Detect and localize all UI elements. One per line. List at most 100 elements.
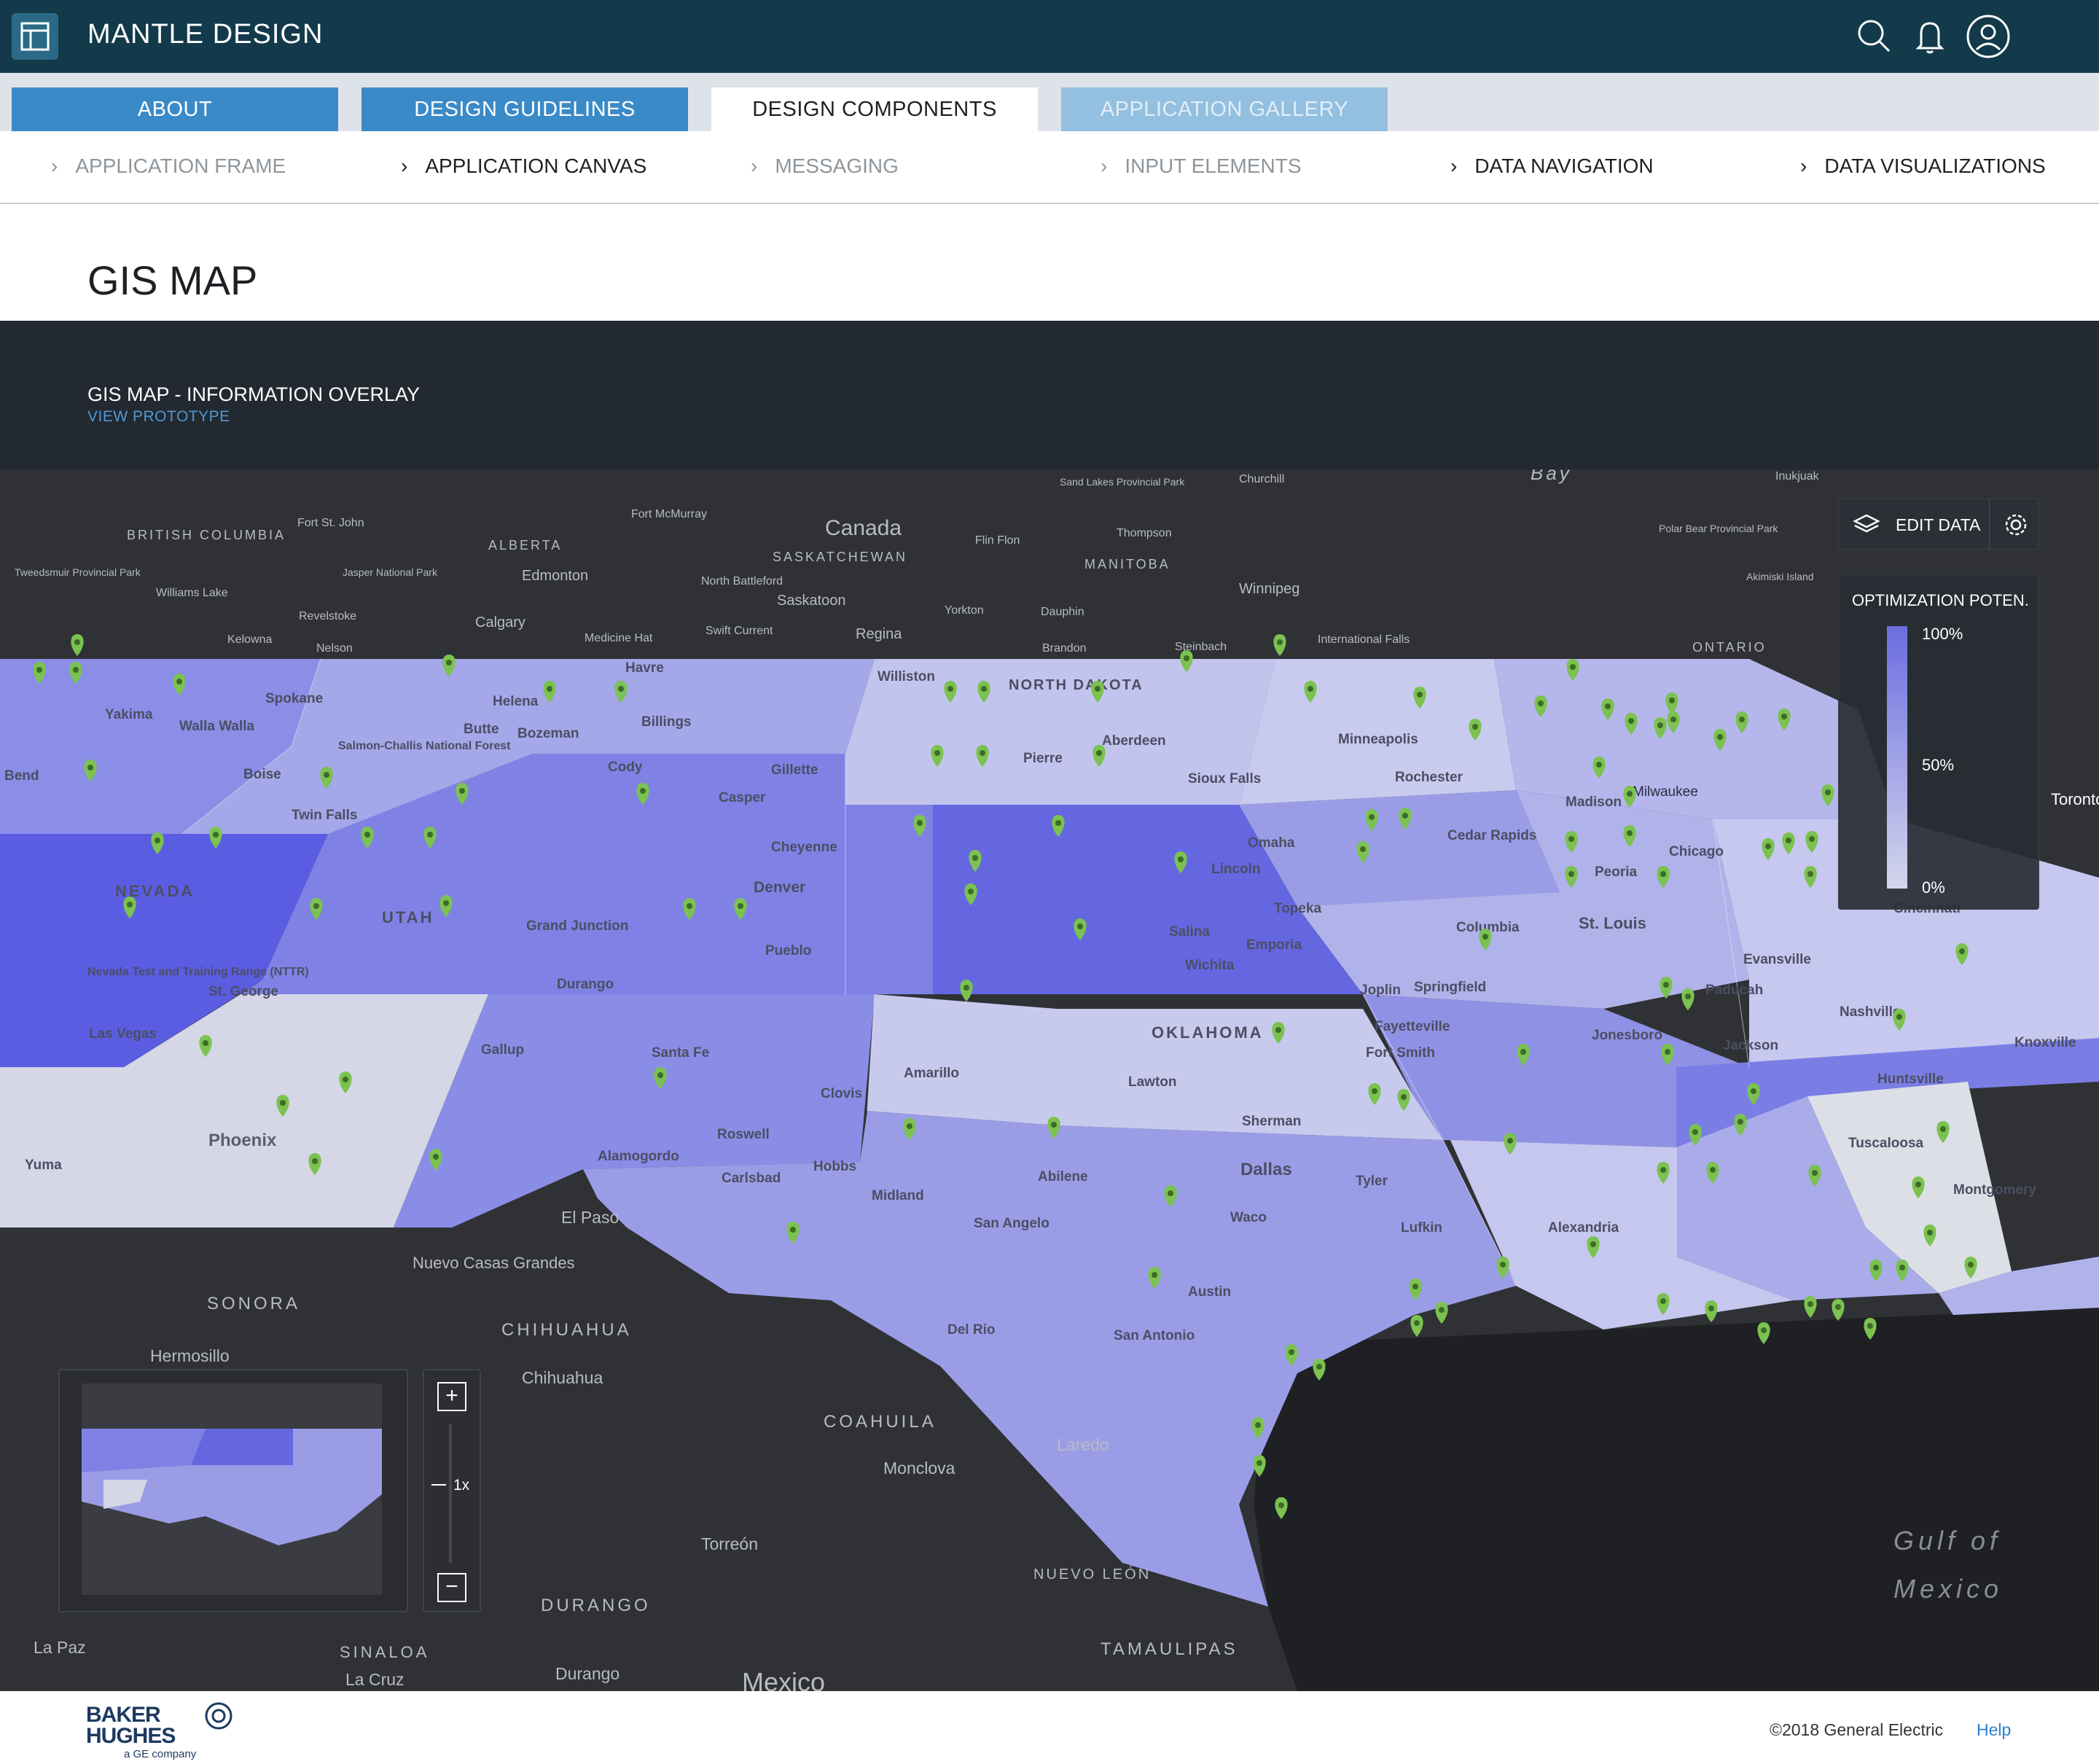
map-label: Pierre — [1023, 751, 1063, 766]
map-label: Salmon-Challis National Forest — [338, 740, 511, 752]
pin-center — [1825, 789, 1831, 795]
tab-design-guidelines[interactable]: DESIGN GUIDELINES — [361, 87, 688, 131]
zoom-slider-track[interactable] — [449, 1424, 452, 1563]
pin-center — [1692, 1129, 1698, 1135]
gulf-water — [1254, 1308, 2099, 1691]
zoom-slider-handle[interactable] — [431, 1484, 446, 1486]
map-label: Havre — [625, 660, 664, 676]
page-footer: BAKER HUGHES a GE company ©2018 General … — [0, 1691, 2099, 1764]
map-label: Tuscaloosa — [1848, 1136, 1924, 1151]
pin-center — [1277, 639, 1283, 645]
pin-center — [1628, 718, 1634, 724]
subnav-data-navigation[interactable]: › DATA NAVIGATION — [1450, 155, 1654, 178]
map-label: Bend — [4, 768, 39, 784]
map-label: Hermosillo — [150, 1346, 230, 1365]
map-label: Dauphin — [1041, 606, 1084, 618]
map-label: Jackson — [1723, 1038, 1778, 1053]
edit-data-button[interactable]: EDIT DATA — [1896, 515, 1980, 535]
subnav-data-visualizations[interactable]: › DATA VISUALIZATIONS — [1800, 155, 2046, 178]
overlay-title: GIS MAP - INFORMATION OVERLAY — [87, 383, 421, 405]
map-label: Wichita — [1185, 958, 1235, 973]
map-label: Yorkton — [945, 604, 984, 617]
pin-center — [364, 832, 370, 838]
map-label: Montgomery — [1953, 1182, 2036, 1198]
pin-center — [1660, 1167, 1666, 1173]
company-logo[interactable]: BAKER HUGHES — [86, 1704, 176, 1747]
map-label: Steinbach — [1175, 641, 1227, 653]
pin-center — [280, 1100, 286, 1106]
pin-center — [1482, 934, 1488, 940]
map-label: Gulf of — [1893, 1526, 2001, 1556]
pin-center — [1627, 791, 1633, 797]
map-label: La Paz — [34, 1638, 86, 1657]
zoom-in-button[interactable]: + — [437, 1382, 466, 1411]
pin-center — [427, 832, 433, 838]
pin-center — [1255, 1422, 1261, 1428]
legend-tick-low: 0% — [1922, 878, 1945, 897]
pin-center — [1685, 994, 1691, 999]
layout-icon[interactable] — [12, 13, 58, 60]
subnav-application-frame[interactable]: › APPLICATION FRAME — [51, 155, 286, 178]
overview-minimap[interactable] — [58, 1369, 408, 1612]
pin-center — [36, 667, 42, 673]
tab-application-gallery[interactable]: APPLICATION GALLERY — [1061, 87, 1388, 131]
subnav-label: APPLICATION FRAME — [75, 155, 286, 177]
zoom-out-button[interactable]: − — [437, 1573, 466, 1602]
map-label: Fort McMurray — [631, 508, 707, 520]
pin-center — [687, 903, 692, 909]
map-label: ALBERTA — [488, 538, 562, 553]
map-label: MANITOBA — [1084, 557, 1170, 571]
search-icon[interactable] — [1851, 13, 1898, 63]
pin-center — [324, 772, 329, 778]
pin-center — [640, 788, 646, 794]
pin-center — [1940, 1126, 1946, 1132]
layers-icon[interactable] — [1852, 512, 1881, 542]
gear-icon[interactable] — [2001, 510, 2031, 544]
map-label: Joplin — [1360, 983, 1401, 998]
pin-center — [1968, 1262, 1974, 1268]
pin-center — [1256, 1460, 1262, 1466]
map-label: Boise — [243, 767, 281, 782]
chevron-right-icon: › — [1800, 155, 1807, 177]
map-label: Paducah — [1705, 983, 1763, 998]
subnav-input-elements[interactable]: › INPUT ELEMENTS — [1101, 155, 1302, 178]
map-label: Minneapolis — [1338, 732, 1418, 747]
subnav-label: MESSAGING — [775, 155, 899, 177]
pin-center — [1568, 871, 1574, 877]
edit-data-panel: EDIT DATA — [1838, 499, 2039, 550]
gis-map[interactable]: Canada ALBERTA SASKATCHEWAN MANITOBA BRI… — [0, 469, 2099, 1691]
subnav-messaging[interactable]: › MESSAGING — [751, 155, 899, 178]
map-label: Gillette — [771, 762, 818, 778]
map-label: Hobbs — [813, 1159, 856, 1174]
bell-icon[interactable] — [1907, 13, 1953, 63]
pin-center — [1077, 924, 1083, 929]
pin-center — [1765, 843, 1771, 849]
map-label: Nuevo Casas Grandes — [413, 1254, 575, 1272]
pin-center — [1717, 734, 1723, 740]
divider — [1989, 499, 1990, 550]
map-label: Springfield — [1414, 980, 1486, 995]
pin-center — [1605, 703, 1611, 709]
tab-about[interactable]: ABOUT — [12, 87, 338, 131]
tab-design-components[interactable]: DESIGN COMPONENTS — [711, 87, 1038, 131]
pin-center — [618, 686, 624, 692]
help-link[interactable]: Help — [1977, 1720, 2011, 1740]
map-label: Lincoln — [1211, 862, 1261, 877]
map-label: Omaha — [1248, 835, 1295, 851]
view-prototype-link[interactable]: VIEW PROTOTYPE — [87, 408, 230, 426]
pin-center — [980, 750, 985, 756]
pin-center — [1316, 1364, 1322, 1370]
pin-center — [1372, 1088, 1377, 1094]
subnav-application-canvas[interactable]: › APPLICATION CANVAS — [401, 155, 646, 178]
legend-gradient — [1887, 626, 1907, 889]
user-icon[interactable] — [1965, 13, 2012, 63]
legend-panel: OPTIMIZATION POTEN... 100% 50% 0% — [1838, 574, 2039, 910]
ge-logo-icon — [204, 1701, 233, 1734]
pin-center — [213, 832, 219, 838]
sub-navigation: › APPLICATION FRAME › APPLICATION CANVAS ›… — [0, 131, 2099, 204]
pin-center — [1507, 1138, 1513, 1144]
pin-center — [176, 679, 182, 684]
overlay-header: GIS MAP - INFORMATION OVERLAY VIEW PROTO… — [0, 321, 2099, 469]
map-label: Alexandria — [1548, 1220, 1619, 1236]
map-label: Chihuahua — [522, 1368, 603, 1387]
